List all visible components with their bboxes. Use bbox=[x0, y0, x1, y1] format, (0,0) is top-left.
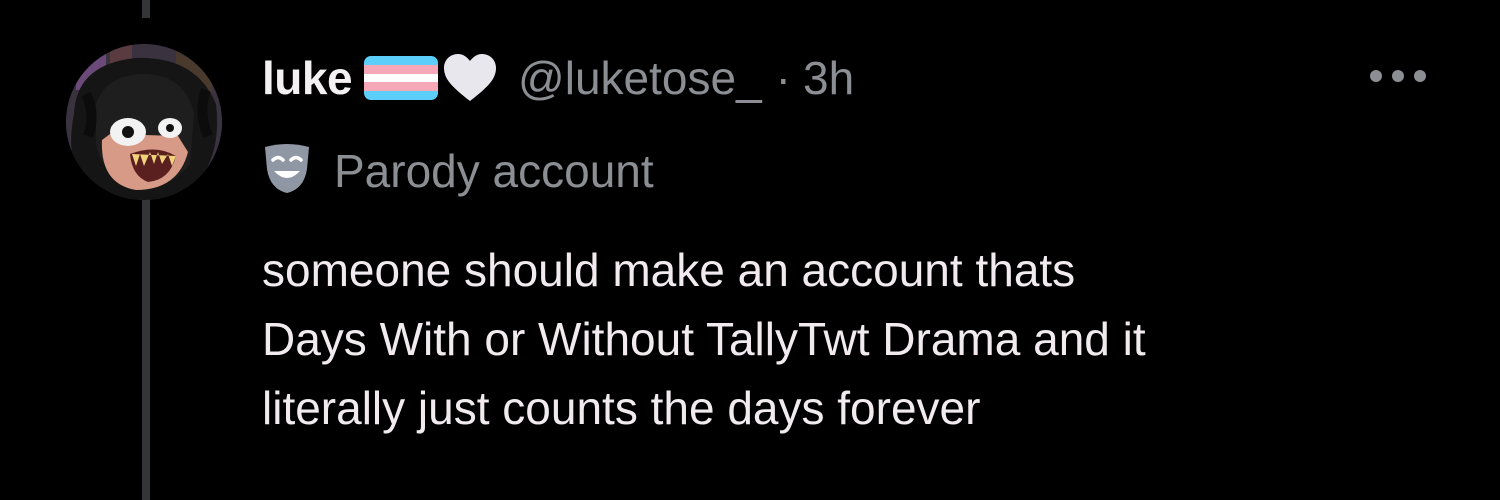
more-dots-icon bbox=[1370, 70, 1426, 82]
tweet-text-line: someone should make an account thats bbox=[262, 244, 1076, 296]
tweet-text: someone should make an account thats Day… bbox=[262, 236, 1462, 443]
author-handle[interactable]: @luketose_ bbox=[518, 51, 762, 105]
parody-account-label[interactable]: Parody account bbox=[262, 140, 654, 202]
author-display-name[interactable]: luke bbox=[262, 51, 353, 105]
theater-mask-icon bbox=[262, 143, 312, 200]
avatar-illustration bbox=[66, 44, 222, 200]
separator-dot: · bbox=[775, 52, 791, 104]
thread-line-bottom bbox=[142, 196, 150, 500]
white-heart-icon bbox=[442, 53, 498, 103]
avatar[interactable] bbox=[66, 44, 222, 200]
thread-line-top bbox=[142, 0, 150, 18]
tweet-text-line: Days With or Without TallyTwt Drama and … bbox=[262, 313, 1146, 365]
transgender-flag-icon bbox=[364, 54, 439, 102]
tweet-header: luke @luketose_ · 3h bbox=[262, 42, 854, 114]
parody-account-text: Parody account bbox=[334, 145, 654, 197]
tweet-text-line: literally just counts the days forever bbox=[262, 382, 981, 434]
tweet-timestamp[interactable]: 3h bbox=[803, 51, 854, 105]
more-options-button[interactable] bbox=[1366, 60, 1430, 92]
